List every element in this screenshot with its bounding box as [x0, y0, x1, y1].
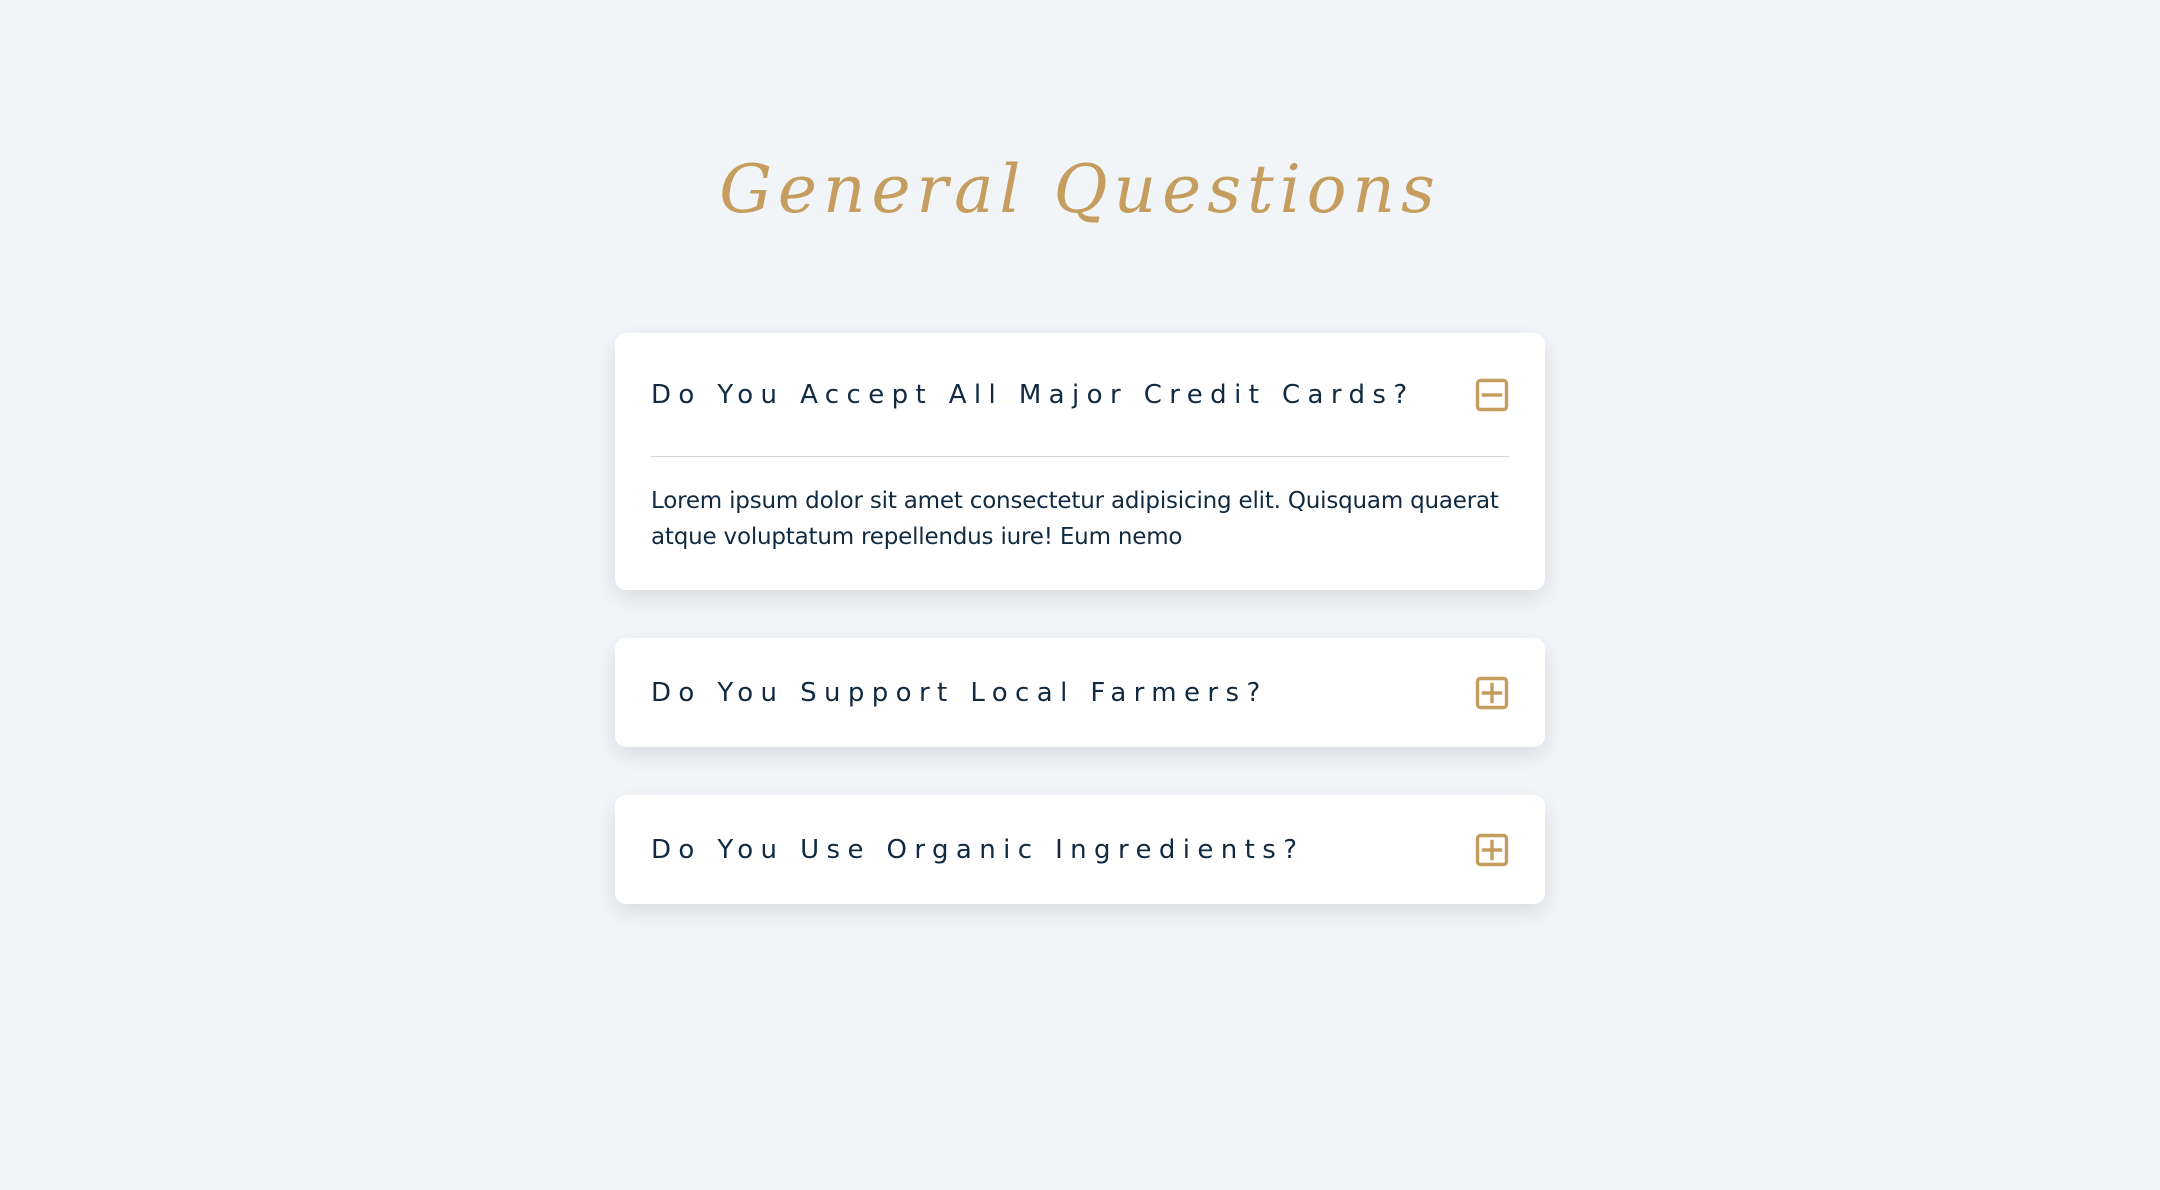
faq-card-organic-ingredients: Do You Use Organic Ingredients? — [615, 795, 1545, 904]
faq-card-local-farmers: Do You Support Local Farmers? — [615, 638, 1545, 747]
faq-header-organic-ingredients[interactable]: Do You Use Organic Ingredients? — [651, 795, 1509, 904]
plus-square-icon[interactable] — [1475, 676, 1509, 710]
minus-square-icon[interactable] — [1475, 378, 1509, 412]
faq-answer: Lorem ipsum dolor sit amet consectetur a… — [651, 488, 1499, 550]
faq-question: Do You Accept All Major Credit Cards? — [651, 379, 1415, 410]
plus-square-icon[interactable] — [1475, 833, 1509, 867]
faq-page: General Questions Do You Accept All Majo… — [0, 0, 2160, 1190]
faq-list: Do You Accept All Major Credit Cards? Lo… — [615, 333, 1545, 952]
faq-header-local-farmers[interactable]: Do You Support Local Farmers? — [651, 638, 1509, 747]
faq-card-credit-cards: Do You Accept All Major Credit Cards? Lo… — [615, 333, 1545, 590]
page-title: General Questions — [719, 151, 1441, 228]
faq-question: Do You Support Local Farmers? — [651, 677, 1268, 708]
faq-question: Do You Use Organic Ingredients? — [651, 834, 1305, 865]
faq-header-credit-cards[interactable]: Do You Accept All Major Credit Cards? — [651, 333, 1509, 456]
